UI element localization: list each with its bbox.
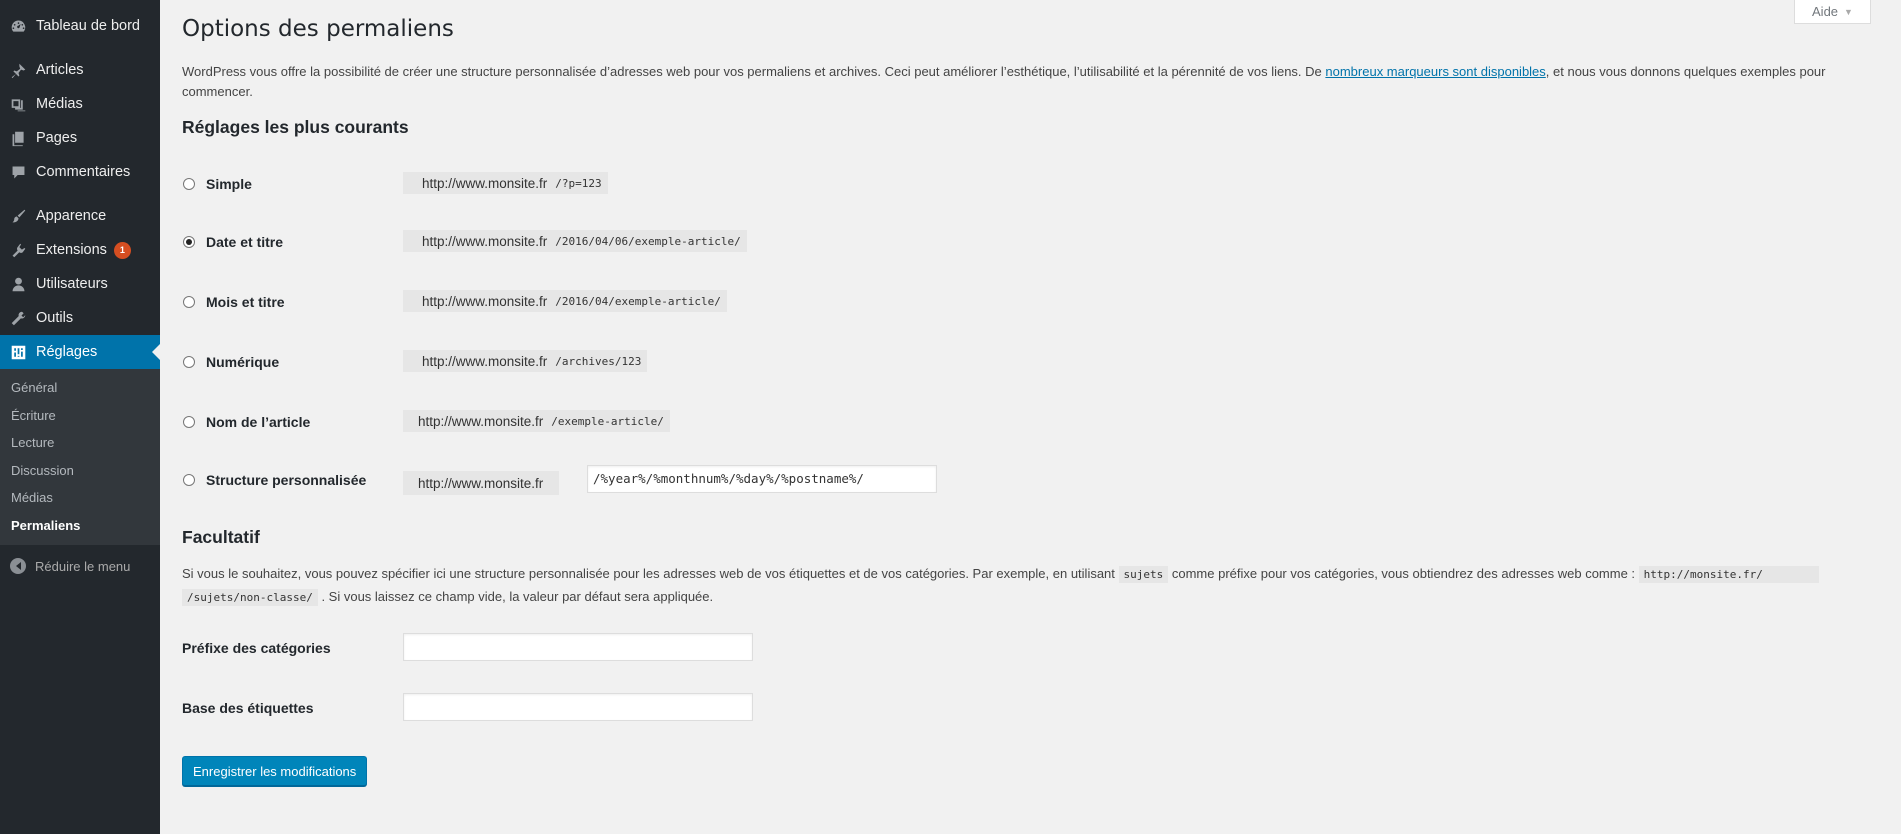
code-example-path: /sujets/non-classe/ — [182, 589, 318, 606]
optional-heading: Facultatif — [182, 527, 260, 547]
submenu-item-writing[interactable]: Écriture — [0, 402, 160, 430]
radio-numeric[interactable] — [183, 356, 195, 368]
radio-post-name[interactable] — [183, 416, 195, 428]
menu-item-tools[interactable]: Outils — [0, 301, 160, 335]
url-example-base: http://www.monsite.fr — [422, 233, 548, 249]
update-count-badge: 1 — [113, 241, 131, 259]
option-label[interactable]: Numérique — [206, 354, 279, 370]
option-label[interactable]: Nom de l’article — [206, 414, 310, 430]
optional-text-part: Si vous le souhaitez, vous pouvez spécif… — [182, 566, 1119, 581]
menu-item-label: Tableau de bord — [36, 18, 140, 34]
url-example-base: http://www.monsite.fr — [418, 475, 544, 491]
radio-custom-structure[interactable] — [183, 474, 195, 486]
menu-item-media[interactable]: Médias — [0, 87, 160, 121]
url-example: http://www.monsite.fr /exemple-article/ — [403, 410, 670, 432]
menu-item-extensions[interactable]: Extensions 1 — [0, 233, 160, 267]
permalink-option-row: Mois et titre http://www.monsite.fr /201… — [182, 290, 1182, 314]
save-changes-button[interactable]: Enregistrer les modifications — [182, 756, 368, 786]
tags-doc-link[interactable]: nombreux marqueurs sont disponibles — [1325, 64, 1545, 79]
settings-submenu: Général Écriture Lecture Discussion Médi… — [0, 369, 160, 545]
option-label[interactable]: Date et titre — [206, 234, 283, 250]
url-example-path: /exemple-article/ — [551, 414, 664, 428]
url-example-base: http://www.monsite.fr — [422, 293, 548, 309]
permalink-option-row: Date et titre http://www.monsite.fr /201… — [182, 230, 1182, 254]
url-example: http://www.monsite.fr /2016/04/06/exempl… — [403, 230, 747, 252]
media-icon — [9, 95, 27, 113]
radio-date-title[interactable] — [183, 236, 195, 248]
menu-item-settings[interactable]: Réglages — [0, 335, 160, 369]
permalink-option-row: Numérique http://www.monsite.fr /archive… — [182, 350, 1182, 374]
settings-icon — [9, 343, 27, 361]
url-example: http://www.monsite.fr — [403, 471, 560, 495]
brush-icon — [9, 207, 27, 225]
menu-item-label: Médias — [36, 96, 83, 112]
permalink-option-row: Structure personnalisée http://www.monsi… — [182, 465, 1182, 495]
submenu-item-general[interactable]: Général — [0, 374, 160, 402]
intro-text-start: WordPress vous offre la possibilité de c… — [182, 64, 1326, 79]
pages-icon — [9, 129, 27, 147]
option-label[interactable]: Mois et titre — [206, 294, 285, 310]
url-example-path: /2016/04/06/exemple-article/ — [555, 234, 741, 248]
permalink-option-row: Nom de l’article http://www.monsite.fr /… — [182, 410, 1182, 434]
permalink-option-row: Simple http://www.monsite.fr /?p=123 — [182, 172, 1182, 196]
menu-item-comments[interactable]: Commentaires — [0, 155, 160, 189]
menu-item-label: Utilisateurs — [36, 276, 108, 292]
collapse-arrow-icon — [10, 558, 26, 574]
url-example: http://www.monsite.fr /2016/04/exemple-a… — [403, 290, 727, 312]
menu-item-articles[interactable]: Articles — [0, 53, 160, 87]
common-settings-heading: Réglages les plus courants — [182, 117, 409, 137]
page-title: Options des permaliens — [182, 16, 454, 42]
menu-item-label: Réglages — [36, 344, 98, 360]
url-example-path: /?p=123 — [555, 176, 602, 190]
tag-base-label: Base des étiquettes — [182, 700, 314, 716]
dashboard-icon — [9, 17, 27, 35]
tag-base-input[interactable] — [403, 693, 753, 721]
url-example: http://www.monsite.fr /archives/123 — [403, 350, 648, 372]
pin-icon — [9, 61, 27, 79]
menu-item-dashboard[interactable]: Tableau de bord — [0, 9, 160, 43]
radio-simple[interactable] — [183, 178, 195, 190]
url-example-base: http://www.monsite.fr — [422, 175, 548, 191]
help-tab-label: Aide — [1812, 4, 1839, 19]
menu-item-label: Commentaires — [36, 164, 131, 180]
plugin-icon — [9, 241, 27, 259]
menu-item-label: Outils — [36, 310, 74, 326]
help-tab-button[interactable]: Aide ▼ — [1794, 0, 1871, 24]
url-example-path: /archives/123 — [555, 354, 642, 368]
menu-item-pages[interactable]: Pages — [0, 121, 160, 155]
menu-item-users[interactable]: Utilisateurs — [0, 267, 160, 301]
user-icon — [9, 275, 27, 293]
menu-item-label: Extensions — [36, 242, 107, 258]
category-base-input[interactable] — [403, 633, 753, 661]
category-base-label: Préfixe des catégories — [182, 640, 331, 656]
wrench-icon — [9, 309, 27, 327]
admin-sidebar: Tableau de bord Articles Médias Pages Co… — [0, 0, 160, 834]
option-label[interactable]: Simple — [206, 176, 252, 192]
optional-description: Si vous le souhaitez, vous pouvez spécif… — [182, 563, 1882, 609]
radio-month-title[interactable] — [183, 296, 195, 308]
submenu-item-reading[interactable]: Lecture — [0, 429, 160, 457]
submenu-item-discussion[interactable]: Discussion — [0, 457, 160, 485]
url-example: http://www.monsite.fr /?p=123 — [403, 172, 608, 194]
collapse-menu-label: Réduire le menu — [35, 558, 131, 574]
menu-item-label: Apparence — [36, 208, 107, 224]
code-example-prefix: sujets — [1118, 566, 1169, 583]
custom-structure-input[interactable]: /%year%/%monthnum%/%day%/%postname%/ — [587, 465, 937, 493]
code-example-url: http://monsite.fr/ — [1638, 566, 1819, 583]
triangle-down-icon: ▼ — [1844, 6, 1853, 17]
collapse-menu-button[interactable]: Réduire le menu — [0, 549, 160, 583]
url-example-base: http://www.monsite.fr — [422, 353, 548, 369]
menu-item-label: Articles — [36, 62, 84, 78]
url-example-path: /2016/04/exemple-article/ — [555, 294, 721, 308]
comment-icon — [9, 163, 27, 181]
menu-item-label: Pages — [36, 130, 78, 146]
submenu-item-permalinks[interactable]: Permaliens — [0, 512, 160, 540]
submenu-item-media[interactable]: Médias — [0, 484, 160, 512]
url-example-base: http://www.monsite.fr — [418, 413, 544, 429]
optional-text-part: . Si vous laissez ce champ vide, la vale… — [317, 589, 714, 604]
intro-paragraph: WordPress vous offre la possibilité de c… — [182, 62, 1882, 102]
optional-text-part: comme préfixe pour vos catégories, vous … — [1168, 566, 1639, 581]
menu-item-appearance[interactable]: Apparence — [0, 199, 160, 233]
option-label[interactable]: Structure personnalisée — [206, 472, 366, 488]
